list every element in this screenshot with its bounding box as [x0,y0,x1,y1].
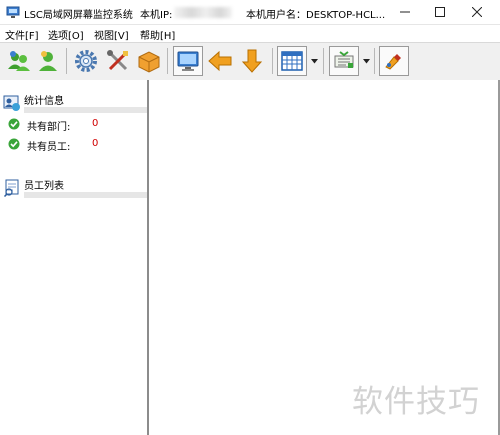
arrow-down-icon [241,49,263,73]
pencil-tool-icon [385,54,401,70]
close-icon [472,7,482,17]
watermark: 软件技巧 [352,384,480,420]
arrow-left-icon [208,50,232,72]
toolbar-network-button[interactable] [329,46,359,76]
username-label: 本机用户名：DESKTOP-HCL... [246,10,386,21]
employee-list-header[interactable]: 员工列表 [0,175,147,201]
chevron-down-icon [310,58,318,63]
stat-row-employees: 共有员工: 0 [0,137,147,153]
minimize-button[interactable] [388,0,422,24]
stat-row-departments: 共有部门: 0 [0,117,147,133]
tools-icon [107,50,128,71]
toolbar-download-button[interactable] [237,46,267,76]
stat-label: 共有部门: [27,122,71,133]
stat-value: 0 [92,138,99,149]
chevron-down-icon [362,58,370,63]
toolbar-back-button[interactable] [205,46,235,76]
menu-file[interactable]: 文件[F] [5,27,39,42]
section-divider [24,192,147,198]
users-green-icon [8,51,30,71]
toolbar-users-button[interactable] [4,46,34,76]
minimize-icon [400,11,410,13]
menu-view[interactable]: 视图[V] [94,27,129,42]
toolbar-settings-button[interactable] [71,46,101,76]
check-icon [8,118,20,130]
left-panel: 统计信息 共有部门: 0 共有员工: 0 员工列表 [0,80,149,435]
network-dropdown-toggle[interactable] [361,46,371,76]
user-card-icon [3,95,20,111]
grid-dropdown-toggle[interactable] [309,46,319,76]
window-title: LSC局域网屏幕监控系统 [24,10,133,21]
ip-value-blurred [174,7,232,18]
employee-list-title: 员工列表 [24,181,64,192]
ip-label: 本机IP: [140,10,173,21]
toolbar-user-add-button[interactable] [33,46,63,76]
title-bar: LSC局域网屏幕监控系统 本机IP: 本机用户名：DESKTOP-HCL... [0,0,500,25]
maximize-icon [435,7,445,17]
app-icon [6,6,20,18]
stat-label: 共有员工: [27,142,71,153]
toolbar-separator [66,48,67,74]
close-button[interactable] [460,0,494,24]
menu-bar: 文件[F] 选项[O] 视图[V] 帮助[H] [0,25,500,42]
user-add-icon [39,51,57,71]
toolbar-tools-button[interactable] [103,46,133,76]
toolbar [0,42,500,81]
toolbar-grid-button[interactable] [277,46,307,76]
document-search-icon [3,179,19,197]
stats-section-header[interactable]: 统计信息 [0,90,147,116]
toolbar-package-button[interactable] [134,46,164,76]
stats-title: 统计信息 [24,96,64,107]
gear-icon [75,50,97,72]
toolbar-draw-button[interactable] [379,46,409,76]
calendar-grid-icon [281,51,303,71]
menu-options[interactable]: 选项[O] [48,27,84,42]
menu-help[interactable]: 帮助[H] [140,27,175,42]
toolbar-separator [167,48,168,74]
maximize-button[interactable] [423,0,457,24]
package-icon [138,51,160,73]
toolbar-separator [374,48,375,74]
toolbar-separator [323,48,324,74]
stat-value: 0 [92,118,99,129]
network-switch-icon [334,51,354,68]
toolbar-separator [272,48,273,74]
section-divider [24,107,147,113]
toolbar-monitor-button[interactable] [173,46,203,76]
check-icon [8,138,20,150]
monitor-icon [177,51,199,71]
